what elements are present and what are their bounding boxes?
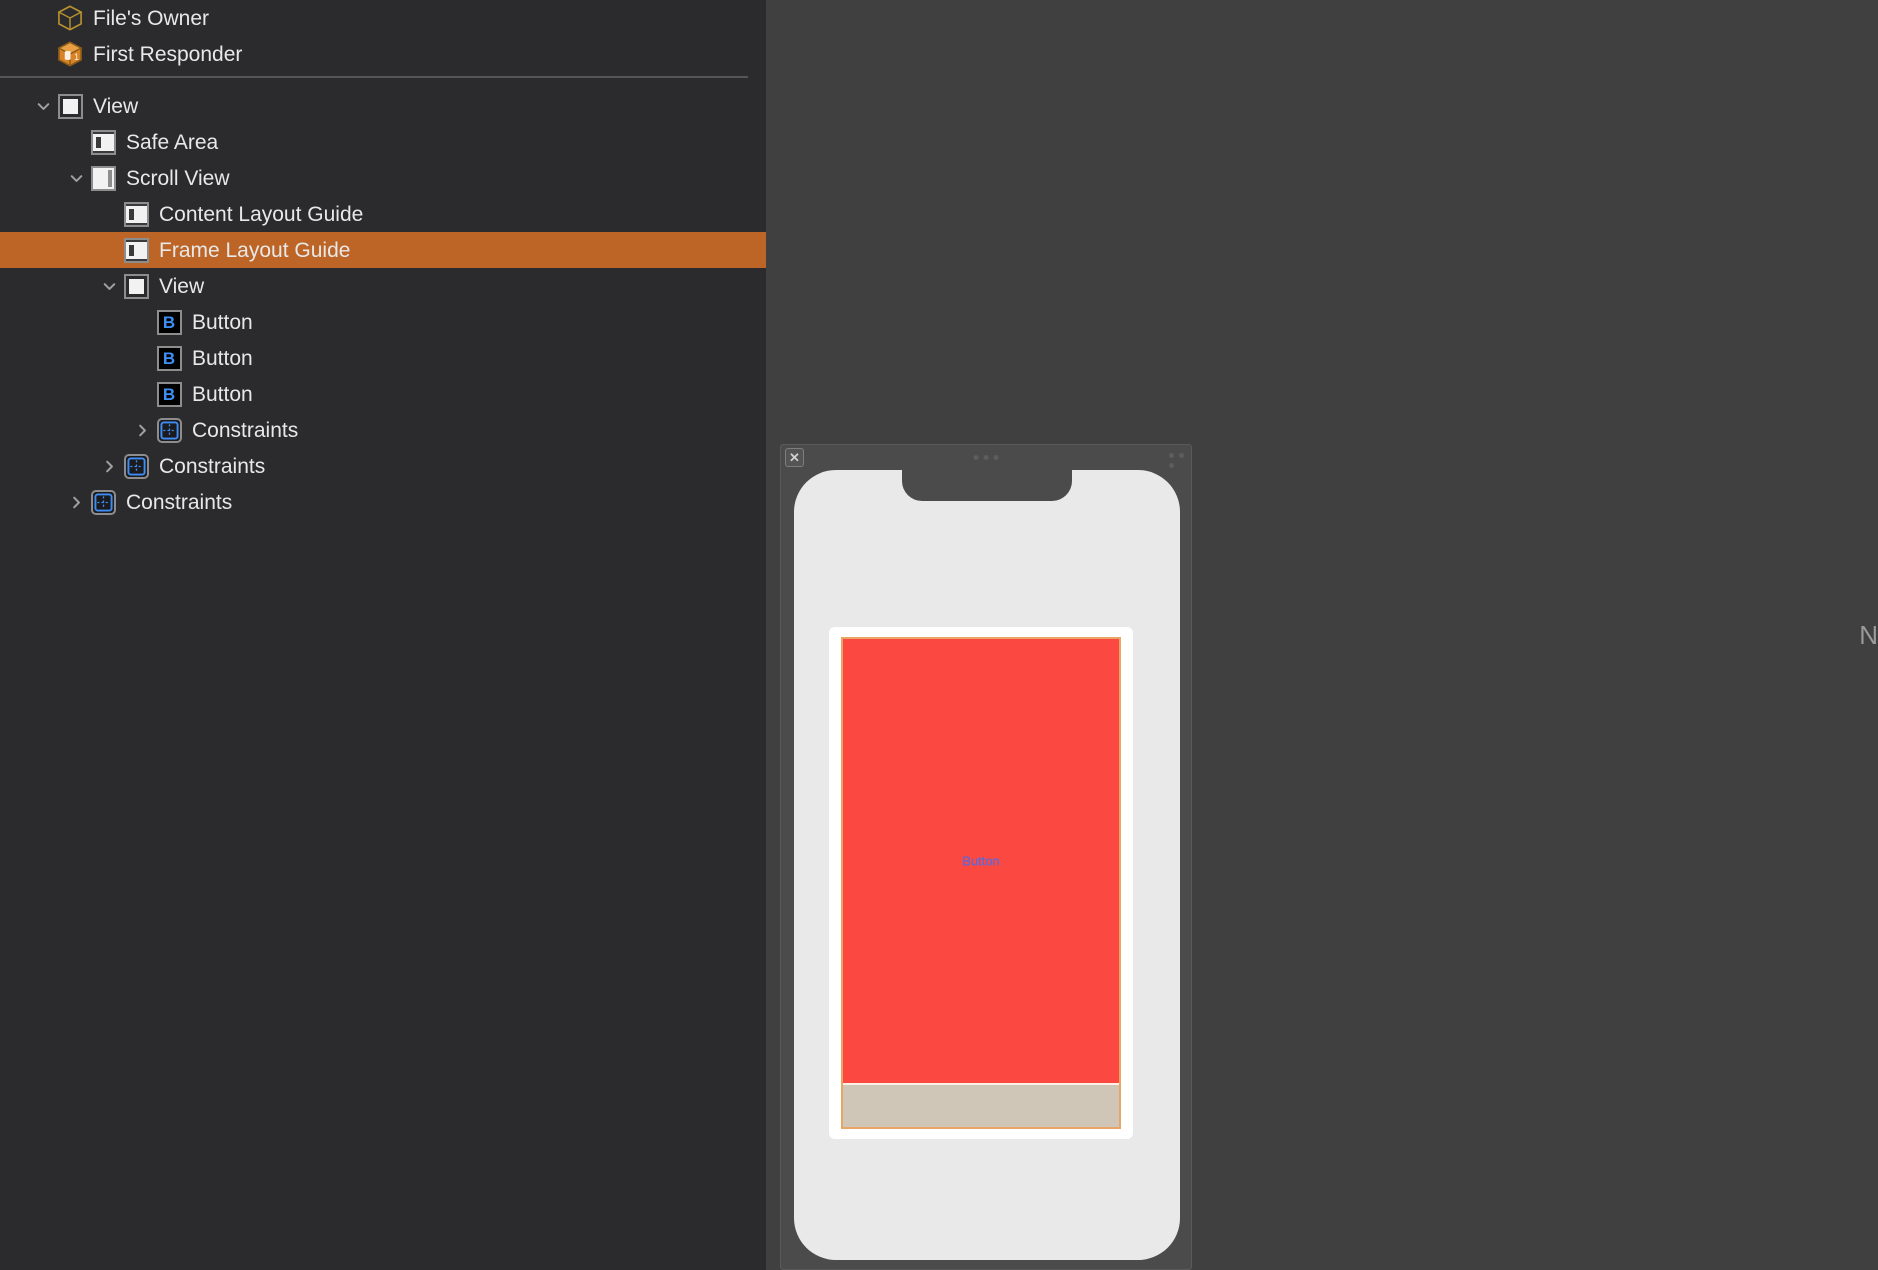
- view-icon: [122, 272, 150, 300]
- constraints-icon: [155, 416, 183, 444]
- layout-guide-icon: [122, 200, 150, 228]
- outline-row-label: Button: [192, 346, 253, 370]
- outline-row-label: Scroll View: [126, 166, 230, 190]
- chevron-right-icon[interactable]: [63, 494, 89, 511]
- outline-row-constraints[interactable]: Constraints: [0, 412, 766, 448]
- button-icon: B: [155, 344, 183, 372]
- dot: [1169, 463, 1174, 468]
- outline-row-safe-area[interactable]: Safe Area: [0, 124, 766, 160]
- edge-cutoff-text: N: [1859, 620, 1878, 650]
- layout-guide-glyph: [123, 201, 149, 227]
- chevron-right-icon[interactable]: [129, 422, 155, 439]
- cube-solid-icon: 1: [56, 40, 84, 68]
- layout-guide-glyph: [90, 129, 116, 155]
- constraints-glyph: [123, 453, 149, 479]
- device-window-titlebar: ✕: [781, 445, 1191, 468]
- view-glyph: [123, 273, 149, 299]
- outline-row-label: Constraints: [159, 454, 266, 478]
- outline-row-label: Constraints: [126, 490, 233, 514]
- window-center-dots-icon: [973, 455, 999, 460]
- chevron-down-icon[interactable]: [96, 278, 122, 295]
- button-glyph: B: [156, 345, 182, 371]
- outline-row-label: Button: [192, 382, 253, 406]
- scroll-view-preview[interactable]: Button: [841, 637, 1121, 1129]
- outline-row-label: First Responder: [93, 42, 243, 66]
- close-icon[interactable]: ✕: [785, 448, 804, 467]
- svg-text:1: 1: [74, 52, 79, 62]
- outline-row-label: Safe Area: [126, 130, 219, 154]
- scroll-view-glyph: [90, 165, 116, 191]
- outline-row-constraints[interactable]: Constraints: [0, 484, 766, 520]
- outline-row-label: Constraints: [192, 418, 299, 442]
- outline-row-frame-layout-guide[interactable]: Frame Layout Guide: [0, 232, 766, 268]
- device-notch: [902, 470, 1072, 501]
- view-glyph: [57, 93, 83, 119]
- button-icon: B: [155, 380, 183, 408]
- layout-guide-icon: [89, 128, 117, 156]
- button-icon: B: [155, 308, 183, 336]
- outline-separator: [0, 76, 748, 78]
- xcode-interface-builder: File's Owner 1 First Responder View Safe Are…: [0, 0, 1878, 1270]
- outline-row-button[interactable]: B Button: [0, 304, 766, 340]
- chevron-down-icon[interactable]: [30, 98, 56, 115]
- outline-row-first-responder[interactable]: 1 First Responder: [0, 36, 766, 72]
- button-glyph: B: [156, 309, 182, 335]
- outline-row-label: Button: [192, 310, 253, 334]
- dot: [1169, 453, 1174, 458]
- outline-row-scroll-view[interactable]: Scroll View: [0, 160, 766, 196]
- outline-row-content-layout-guide[interactable]: Content Layout Guide: [0, 196, 766, 232]
- content-view-preview[interactable]: Button: [843, 639, 1119, 1083]
- device-body: Button: [794, 470, 1180, 1260]
- button-preview-label[interactable]: Button: [962, 854, 1000, 869]
- design-canvas: ✕ Button N: [766, 0, 1878, 1270]
- outline-tree: File's Owner 1 First Responder View Safe Are…: [0, 0, 766, 520]
- outline-row-view[interactable]: View: [0, 268, 766, 304]
- constraints-glyph: [90, 489, 116, 515]
- dot: [973, 455, 979, 460]
- document-outline-panel: File's Owner 1 First Responder View Safe Are…: [0, 0, 766, 1270]
- outline-row-label: View: [93, 94, 139, 118]
- chevron-right-icon[interactable]: [96, 458, 122, 475]
- cube-outline-icon: [56, 4, 84, 32]
- view-icon: [56, 92, 84, 120]
- outline-row-file-s-owner[interactable]: File's Owner: [0, 0, 766, 36]
- layout-guide-glyph: [123, 237, 149, 263]
- dot: [983, 455, 989, 460]
- outline-row-label: Content Layout Guide: [159, 202, 364, 226]
- outline-row-button[interactable]: B Button: [0, 340, 766, 376]
- root-view-preview[interactable]: Button: [829, 627, 1133, 1139]
- constraints-glyph: [156, 417, 182, 443]
- outline-row-label: View: [159, 274, 205, 298]
- layout-guide-icon: [122, 236, 150, 264]
- device-preview-window[interactable]: ✕ Button: [780, 444, 1192, 1270]
- outline-group-gap: [0, 72, 766, 88]
- content-bottom-strip: [843, 1085, 1119, 1127]
- outline-row-label: File's Owner: [93, 6, 210, 30]
- dot: [993, 455, 999, 460]
- constraints-icon: [122, 452, 150, 480]
- dot: [1179, 453, 1184, 458]
- outline-row-view[interactable]: View: [0, 88, 766, 124]
- window-right-dots-icon: [1169, 453, 1185, 468]
- outline-row-constraints[interactable]: Constraints: [0, 448, 766, 484]
- button-glyph: B: [156, 381, 182, 407]
- outline-row-label: Frame Layout Guide: [159, 238, 351, 262]
- constraints-icon: [89, 488, 117, 516]
- outline-row-button[interactable]: B Button: [0, 376, 766, 412]
- scroll-view-icon: [89, 164, 117, 192]
- chevron-down-icon[interactable]: [63, 170, 89, 187]
